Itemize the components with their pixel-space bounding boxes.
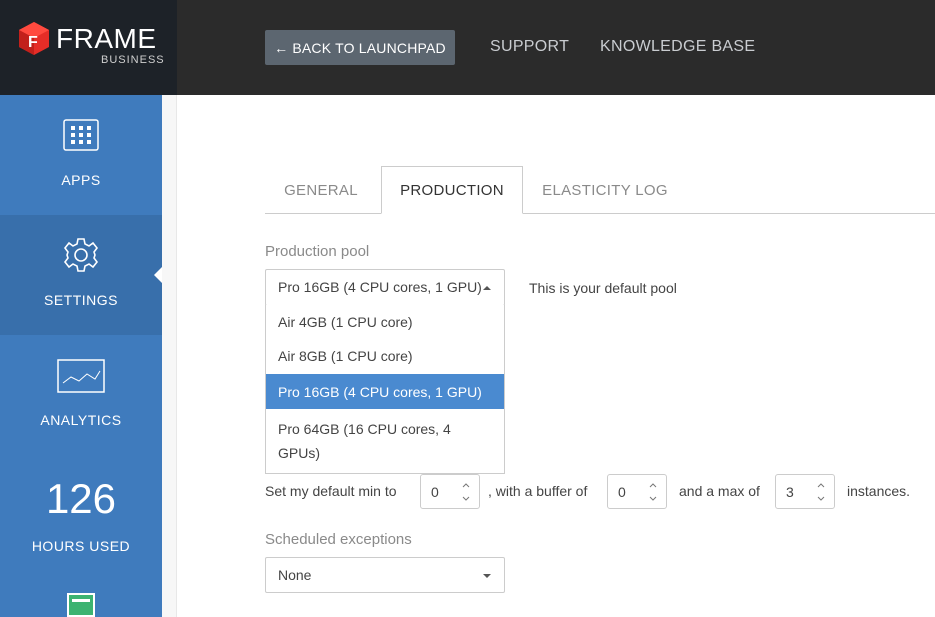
- sidebar-item-settings[interactable]: SETTINGS: [0, 215, 162, 335]
- sidebar-item-apps[interactable]: APPS: [0, 95, 162, 215]
- buffer-instances-value: 0: [618, 484, 626, 500]
- back-button-label: BACK TO LAUNCHPAD: [292, 39, 446, 56]
- sidebar-label-analytics: ANALYTICS: [40, 412, 122, 428]
- sidebar: APPS SETTINGS ANALYTICS 126 HOURS USED: [0, 95, 162, 617]
- production-pool-value: Pro 16GB (4 CPU cores, 1 GPU): [278, 279, 482, 295]
- stepper-arrows-icon[interactable]: [648, 481, 658, 503]
- svg-text:F: F: [28, 34, 38, 51]
- stepper-arrows-icon[interactable]: [816, 481, 826, 503]
- sidebar-edge: [162, 95, 177, 617]
- instances-suffix-text: instances.: [847, 483, 911, 499]
- gear-icon: [63, 238, 99, 272]
- scheduled-exceptions-select[interactable]: None: [265, 557, 505, 593]
- production-pool-select[interactable]: Pro 16GB (4 CPU cores, 1 GPU): [265, 269, 505, 306]
- brand-sub: BUSINESS: [101, 54, 165, 66]
- tab-general[interactable]: GENERAL: [265, 166, 377, 214]
- dropdown-option[interactable]: Air 8GB (1 CPU core): [266, 338, 504, 374]
- apps-grid-icon: [63, 119, 99, 151]
- hours-used-label: HOURS USED: [31, 538, 131, 554]
- scheduled-exceptions-value: None: [278, 567, 312, 583]
- production-pool-label: Production pool: [265, 243, 370, 260]
- production-pool-dropdown: Air 4GB (1 CPU core) Air 8GB (1 CPU core…: [265, 305, 505, 474]
- analytics-chart-icon: [57, 359, 105, 393]
- scheduled-exceptions-label: Scheduled exceptions: [265, 531, 412, 548]
- billing-icon[interactable]: [67, 593, 95, 617]
- min-instances-stepper[interactable]: 0: [420, 474, 480, 509]
- active-indicator: [154, 267, 162, 283]
- sidebar-label-settings: SETTINGS: [43, 292, 118, 308]
- dropdown-option[interactable]: Pro 64GB (16 CPU cores, 4 GPUs): [266, 413, 504, 469]
- sidebar-item-hours: 126 HOURS USED: [0, 455, 162, 575]
- min-instances-value: 0: [431, 484, 439, 500]
- max-instances-stepper[interactable]: 3: [775, 474, 835, 509]
- max-instances-value: 3: [786, 484, 794, 500]
- arrow-left-icon: ←: [274, 39, 289, 56]
- caret-up-icon: [483, 286, 491, 290]
- back-to-launchpad-button[interactable]: ← BACK TO LAUNCHPAD: [265, 30, 455, 65]
- logo[interactable]: F FRAME BUSINESS: [0, 0, 177, 95]
- tab-elasticity-log[interactable]: ELASTICITY LOG: [530, 166, 680, 214]
- sidebar-label-apps: APPS: [61, 172, 101, 188]
- knowledge-base-link[interactable]: KNOWLEDGE BASE: [600, 38, 755, 56]
- min-prefix-text: Set my default min to: [265, 483, 397, 499]
- default-pool-note: This is your default pool: [529, 280, 677, 296]
- sidebar-item-analytics[interactable]: ANALYTICS: [0, 335, 162, 455]
- tab-production[interactable]: PRODUCTION: [381, 166, 523, 214]
- brand-name: FRAME: [56, 23, 157, 54]
- frame-logo-icon: F: [19, 22, 49, 55]
- hours-used-value: 126: [45, 475, 117, 522]
- dropdown-option-selected[interactable]: Pro 16GB (4 CPU cores, 1 GPU): [266, 374, 504, 409]
- support-link[interactable]: SUPPORT: [490, 38, 569, 56]
- caret-down-icon: [483, 574, 491, 578]
- dropdown-option[interactable]: Air 4GB (1 CPU core): [266, 305, 504, 338]
- stepper-arrows-icon[interactable]: [461, 481, 471, 503]
- buffer-text: , with a buffer of: [488, 483, 588, 499]
- max-text: and a max of: [679, 483, 760, 499]
- buffer-instances-stepper[interactable]: 0: [607, 474, 667, 509]
